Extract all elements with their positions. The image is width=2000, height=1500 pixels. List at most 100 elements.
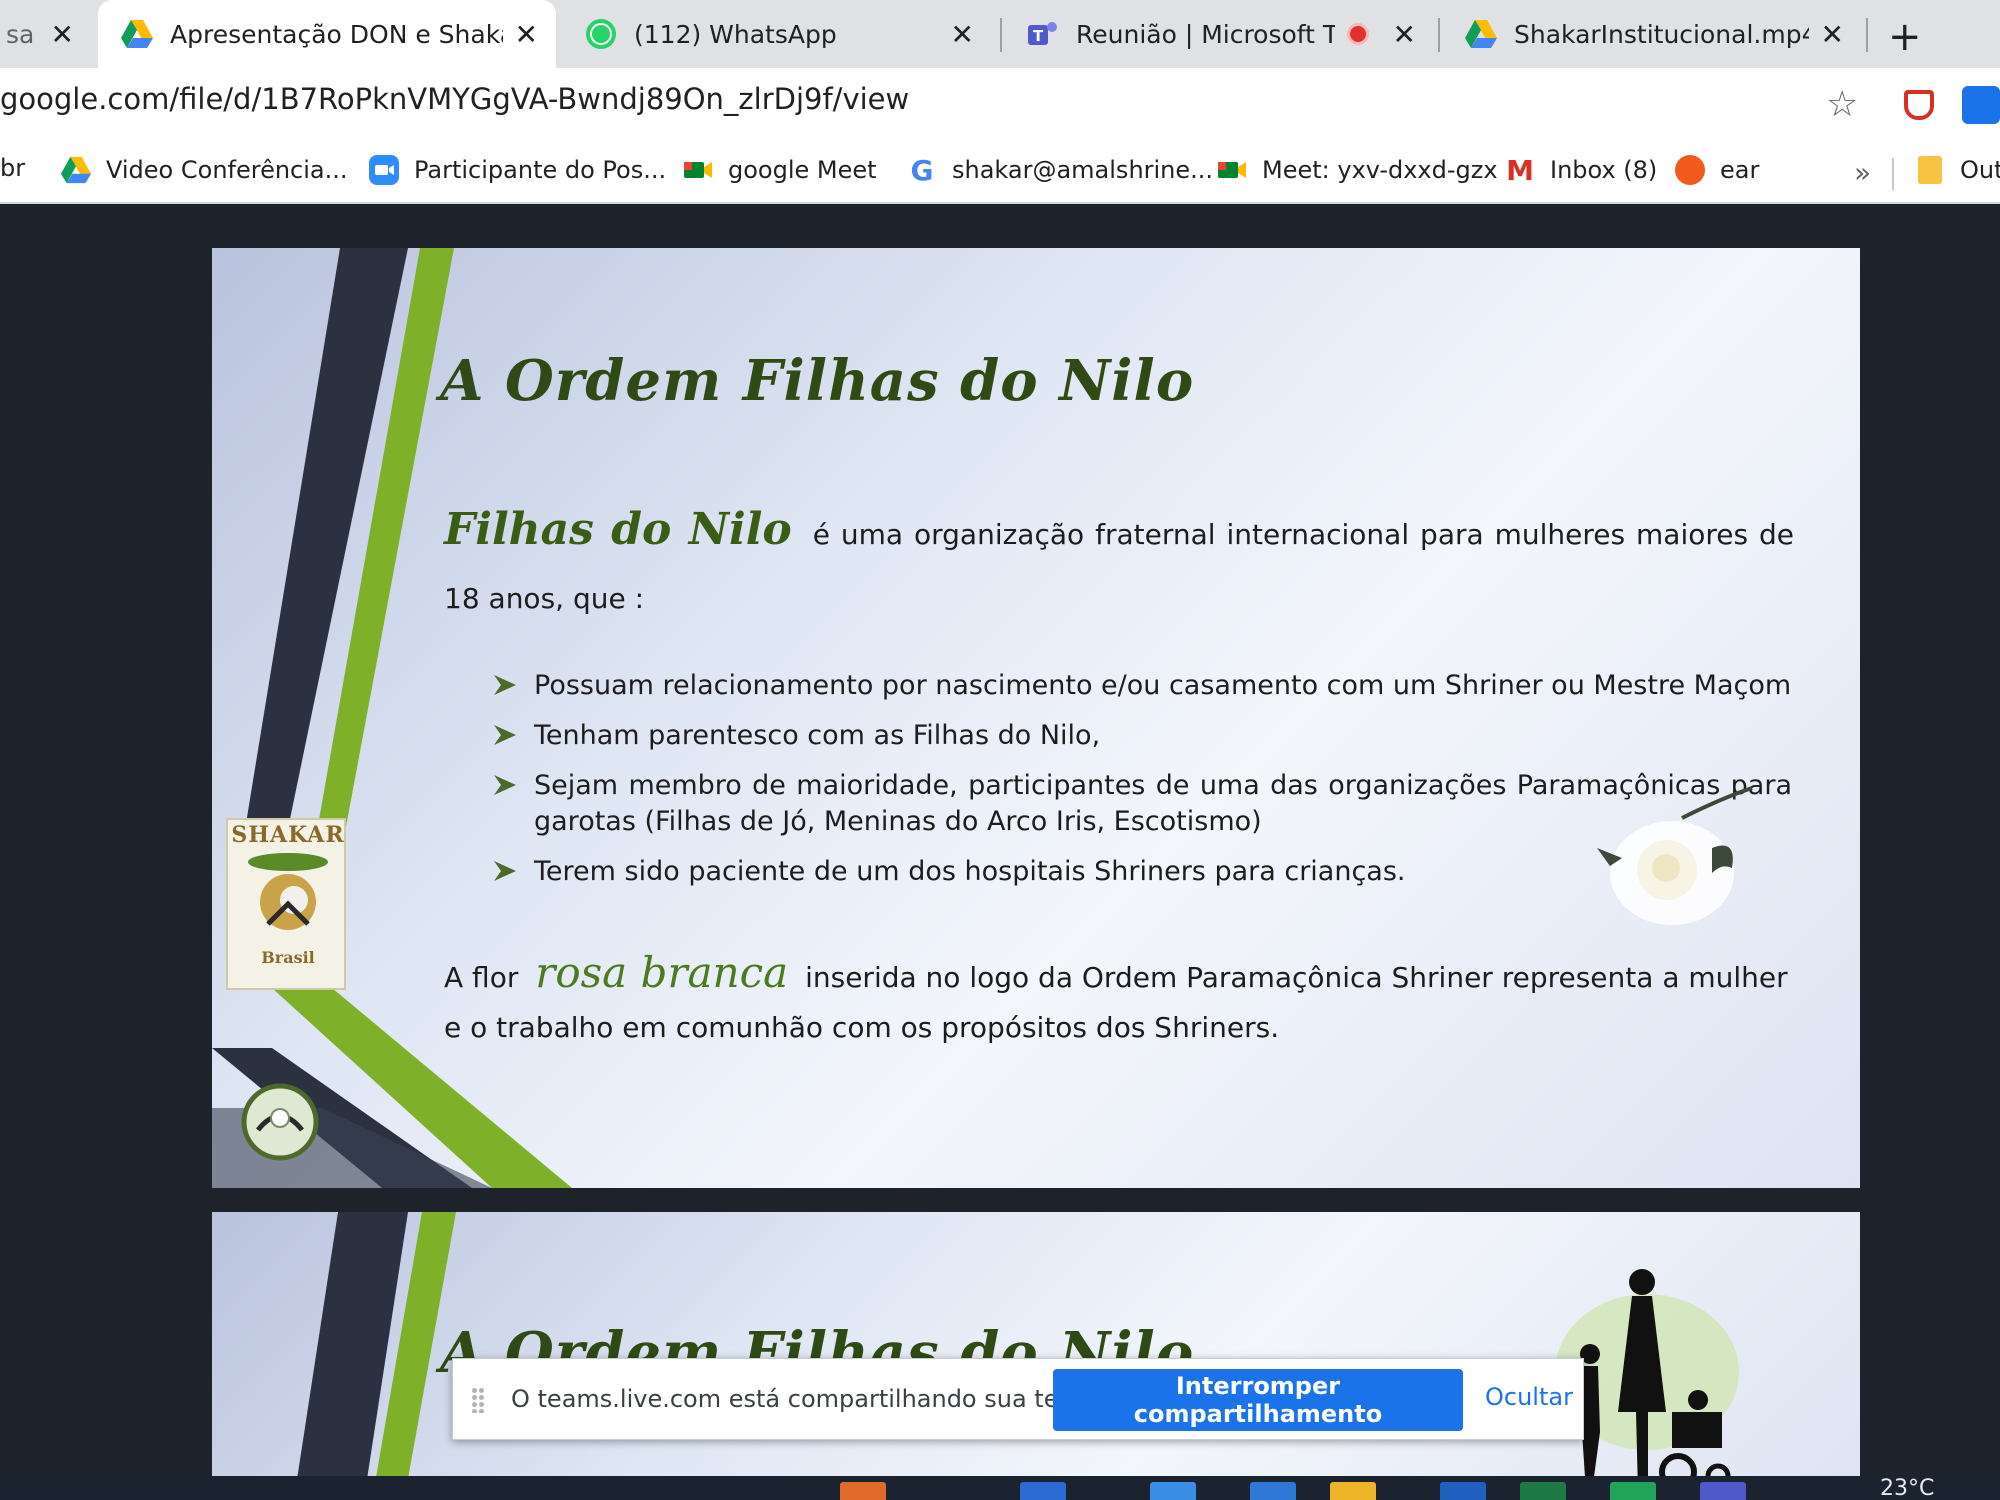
drive-file-viewer[interactable]: SHAKAR Brasil A Ordem Filhas do Nilo Fil…: [0, 204, 2000, 1500]
white-rose-image: [1597, 786, 1753, 925]
more-bookmarks-icon[interactable]: »: [1854, 156, 1871, 189]
bookmark-meet-code[interactable]: Meet: yxv-dxxd-gzx: [1216, 154, 1498, 186]
orange-circle-icon: [1674, 154, 1706, 186]
close-icon[interactable]: ✕: [1393, 18, 1416, 51]
bookmark-br[interactable]: br: [0, 154, 25, 182]
bookmark-label: google Meet: [728, 156, 877, 184]
tab-partial[interactable]: sa ✕: [0, 0, 92, 68]
close-icon[interactable]: ✕: [51, 18, 74, 51]
zoom-icon: [369, 155, 399, 185]
arrow-bullet-icon: [494, 861, 516, 881]
arrow-bullet-icon: [494, 675, 516, 695]
recording-indicator-icon: [1346, 23, 1369, 45]
close-icon[interactable]: ✕: [951, 18, 974, 51]
google-drive-icon: [121, 20, 153, 48]
shakar-logo: SHAKAR Brasil: [226, 818, 346, 990]
logo-text-bottom: Brasil: [261, 948, 315, 967]
arrow-bullet-icon: [494, 725, 516, 745]
bullet-text: Tenham parentesco com as Filhas do Nilo,: [534, 720, 1101, 751]
bookmark-label: Participante do Pos...: [414, 156, 667, 184]
tab-whatsapp[interactable]: (112) WhatsApp ✕: [562, 0, 992, 68]
hide-link[interactable]: Ocultar: [1485, 1383, 1573, 1411]
bookmark-google-meet[interactable]: google Meet: [682, 154, 877, 186]
tab-separator: [1866, 18, 1868, 52]
list-item: Possuam relacionamento por nascimento e/…: [492, 668, 1792, 704]
bookmark-label: br: [0, 154, 26, 182]
intro-paragraph: Filhas do Nilo é uma organização fratern…: [444, 498, 1794, 631]
bookmark-out[interactable]: Out: [1914, 154, 2000, 186]
bookmarks-bar: br Video Conferência... Participante do …: [0, 144, 2000, 204]
bookmark-shakar-email[interactable]: G shakar@amalshrine...: [906, 153, 1214, 187]
flower-text-pre: A flor: [444, 961, 519, 994]
bullet-text: Terem sido paciente de um dos hospitais …: [534, 856, 1406, 887]
bookmark-video-conferencia[interactable]: Video Conferência...: [60, 154, 348, 186]
google-icon: G: [910, 153, 934, 187]
share-message: O teams.live.com está compartilhando sua…: [511, 1385, 1088, 1413]
bookmark-label: ear: [1720, 156, 1760, 184]
bookmark-inbox[interactable]: M Inbox (8): [1504, 153, 1658, 187]
tab-shakar-video[interactable]: ShakarInstitucional.mp4 - Gc ✕: [1442, 0, 1862, 68]
bullet-text: Possuam relacionamento por nascimento e/…: [534, 670, 1792, 701]
tab-title: (112) WhatsApp: [634, 19, 837, 49]
tab-separator: [1438, 18, 1440, 52]
flower-paragraph: A flor rosa branca inserida no logo da O…: [444, 948, 1804, 1053]
bookmark-label: Inbox (8): [1550, 156, 1658, 184]
bookmark-label: Meet: yxv-dxxd-gzx: [1262, 156, 1498, 184]
stop-sharing-button[interactable]: Interromper compartilhamento: [1053, 1369, 1463, 1431]
taskbar-app-icon[interactable]: [1520, 1482, 1566, 1500]
google-drive-icon: [60, 156, 92, 184]
close-icon[interactable]: ✕: [1821, 18, 1844, 51]
tab-title: Apresentação DON e Shakar: [170, 19, 503, 49]
taskbar-app-icon[interactable]: [1700, 1482, 1746, 1500]
rose-emblem-icon: [241, 1083, 319, 1161]
tab-title: ShakarInstitucional.mp4 - Gc: [1514, 19, 1809, 49]
flower-highlight: rosa branca: [535, 948, 789, 997]
google-meet-icon: [1218, 162, 1246, 178]
taskbar-app-icon[interactable]: [1250, 1482, 1296, 1500]
svg-text:T: T: [1033, 27, 1044, 45]
bookmark-star-icon[interactable]: ☆: [1826, 84, 1858, 125]
shakar-emblem-icon: [248, 853, 328, 930]
tab-separator: [1000, 18, 1002, 52]
bookmark-label: Video Conferência...: [106, 156, 348, 184]
taskbar-app-icon[interactable]: [1150, 1482, 1196, 1500]
google-drive-icon: [1465, 20, 1497, 48]
taskbar-app-icon[interactable]: [1610, 1482, 1656, 1500]
intro-brand: Filhas do Nilo: [444, 504, 792, 555]
tab-apresentacao[interactable]: Apresentação DON e Shakar ✕: [98, 0, 556, 68]
address-bar: google.com/file/d/1B7RoPknVMYGgVA-Bwndj8…: [0, 68, 2000, 144]
taskbar-app-icon[interactable]: [1330, 1482, 1376, 1500]
screen-share-notification: O teams.live.com está compartilhando sua…: [452, 1358, 1584, 1440]
windows-taskbar: 23°C: [0, 1476, 2000, 1500]
google-meet-icon: [684, 162, 712, 178]
calendar-extension-icon[interactable]: [1962, 86, 2000, 124]
arrow-bullet-icon: [494, 775, 516, 795]
list-item: Tenham parentesco com as Filhas do Nilo,: [492, 718, 1792, 754]
tab-teams-meeting[interactable]: T Reunião | Microsoft Tean ✕: [1004, 0, 1434, 68]
weather-temperature[interactable]: 23°C: [1880, 1476, 1934, 1500]
taskbar-app-icon[interactable]: [840, 1482, 886, 1500]
gmail-icon: M: [1506, 153, 1534, 187]
taskbar-app-icon[interactable]: [1020, 1482, 1066, 1500]
drag-handle-icon[interactable]: [471, 1387, 485, 1413]
slide-1: SHAKAR Brasil A Ordem Filhas do Nilo Fil…: [212, 248, 1860, 1188]
url-field[interactable]: google.com/file/d/1B7RoPknVMYGgVA-Bwndj8…: [0, 82, 909, 116]
whatsapp-icon: [586, 19, 616, 49]
folder-icon: [1914, 154, 1946, 186]
slide-title: A Ordem Filhas do Nilo: [440, 348, 1195, 414]
bookmark-label: shakar@amalshrine...: [952, 156, 1214, 184]
bookmark-label: Out: [1960, 156, 2000, 184]
bookmarks-separator: [1892, 158, 1894, 190]
bookmark-ear[interactable]: ear: [1674, 154, 1759, 186]
tab-strip: sa ✕ Apresentação DON e Shakar ✕ (112) W…: [0, 0, 2000, 68]
taskbar-app-icon[interactable]: [1440, 1482, 1486, 1500]
tab-title: Reunião | Microsoft Tean: [1076, 19, 1335, 49]
pocket-extension-icon[interactable]: [1904, 90, 1934, 120]
new-tab-button[interactable]: +: [1888, 14, 1922, 60]
close-icon[interactable]: ✕: [515, 18, 538, 51]
microsoft-teams-icon: T: [1028, 22, 1057, 45]
logo-text-top: SHAKAR: [231, 822, 345, 848]
bookmark-participante[interactable]: Participante do Pos...: [368, 154, 666, 186]
slide-2: A Ordem Filhas do Nilo: [212, 1212, 1860, 1500]
tab-title: sa: [6, 19, 35, 49]
